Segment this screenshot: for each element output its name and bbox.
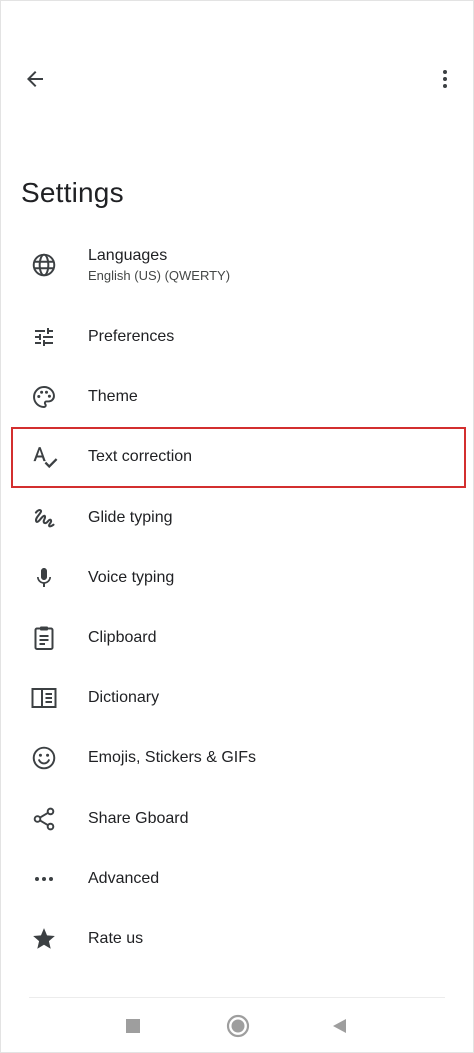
tune-icon [30,323,58,351]
settings-item-preferences[interactable]: Preferences [1,307,473,367]
triangle-back-icon [333,1019,346,1033]
book-icon [30,684,58,712]
more-options-button[interactable] [425,59,465,99]
settings-item-theme[interactable]: Theme [1,367,473,427]
highlight-box [11,427,466,488]
globe-icon [30,251,58,279]
settings-item-label: Preferences [88,328,175,346]
settings-item-label: Advanced [88,869,160,887]
square-icon [126,1019,140,1033]
settings-item-clipboard[interactable]: Clipboard [1,608,473,668]
palette-icon [30,383,58,411]
settings-item-rate-us[interactable]: Rate us [1,909,473,969]
share-icon [30,805,58,833]
settings-item-advanced[interactable]: Advanced [1,849,473,909]
back-button[interactable] [15,59,55,99]
home-button[interactable] [221,1011,255,1041]
settings-item-label: Clipboard [88,629,157,647]
settings-item-text-correction[interactable]: Text correction [1,427,473,488]
settings-list: Languages English (US) (QWERTY) Preferen… [1,223,473,969]
settings-item-label: Dictionary [88,689,160,707]
smiley-icon [30,744,58,772]
recents-button[interactable] [116,1011,150,1041]
settings-item-emojis[interactable]: Emojis, Stickers & GIFs [1,728,473,788]
settings-item-glide-typing[interactable]: Glide typing [1,488,473,548]
settings-item-label: Glide typing [88,508,173,526]
page-title: Settings [21,177,124,208]
gesture-icon [30,504,58,532]
more-vert-icon [443,70,447,88]
settings-item-label: Languages [88,247,168,264]
settings-item-sublabel: English (US) (QWERTY) [88,268,231,283]
settings-item-label: Emojis, Stickers & GIFs [88,749,257,767]
clipboard-icon [30,624,58,652]
divider [29,997,445,998]
spellcheck-icon [30,443,58,471]
settings-item-label: Rate us [88,929,144,947]
settings-item-share[interactable]: Share Gboard [1,789,473,849]
settings-item-voice-typing[interactable]: Voice typing [1,548,473,608]
circle-icon [226,1014,250,1038]
settings-item-languages[interactable]: Languages English (US) (QWERTY) [1,223,473,307]
more-horiz-icon [30,865,58,893]
mic-icon [30,564,58,592]
settings-item-label: Share Gboard [88,809,189,827]
arrow-back-icon [27,71,43,87]
app-bar [1,1,473,161]
settings-item-dictionary[interactable]: Dictionary [1,668,473,728]
settings-screen: Settings Languages English (US) (QWERTY) [0,0,474,1053]
settings-item-label: Theme [88,388,138,406]
system-nav-bar [1,1001,473,1051]
settings-item-label: Voice typing [88,568,175,586]
system-back-button[interactable] [323,1011,357,1041]
settings-item-label: Text correction [88,448,193,466]
star-icon [30,925,58,953]
